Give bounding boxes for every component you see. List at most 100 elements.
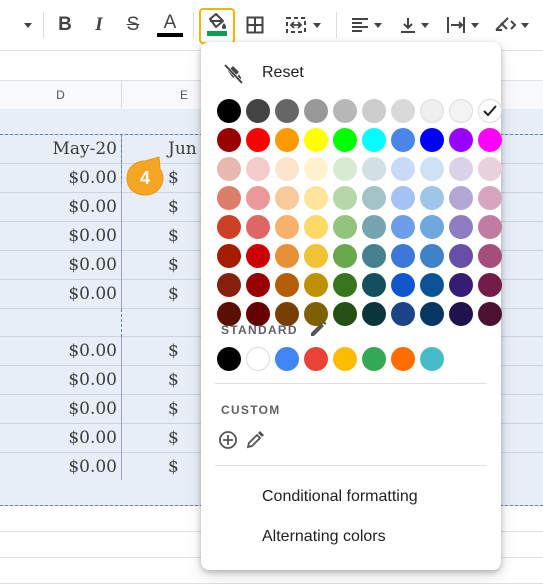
cell-e[interactable]: $ [122,222,202,251]
text-wrapping-button[interactable] [442,12,482,38]
color-swatch[interactable] [275,273,299,297]
cell-e[interactable]: $ [122,453,202,482]
color-swatch[interactable] [449,186,473,210]
color-swatch[interactable] [246,215,270,239]
eyedropper-icon[interactable] [245,430,265,450]
color-swatch[interactable] [362,186,386,210]
color-swatch[interactable] [478,273,502,297]
cell-e[interactable]: $ [122,395,202,424]
color-swatch[interactable] [420,128,444,152]
color-swatch[interactable] [420,215,444,239]
vertical-align-button[interactable] [394,12,434,38]
color-swatch[interactable] [362,215,386,239]
color-swatch[interactable] [362,273,386,297]
color-swatch[interactable] [246,244,270,268]
color-swatch[interactable] [333,273,357,297]
horizontal-align-button[interactable] [346,12,386,38]
color-swatch[interactable] [478,244,502,268]
color-swatch[interactable] [449,244,473,268]
cell-e[interactable]: $ [122,366,202,395]
color-swatch[interactable] [391,302,415,326]
color-swatch[interactable] [391,215,415,239]
color-swatch[interactable] [333,302,357,326]
bold-button[interactable]: B [54,12,76,38]
edit-pencil-icon[interactable] [308,319,328,339]
cell-e[interactable]: $ [122,251,202,280]
color-swatch[interactable] [449,302,473,326]
standard-color-swatch[interactable] [420,347,444,371]
color-swatch[interactable] [246,273,270,297]
color-swatch[interactable] [217,215,241,239]
cell-d[interactable]: $0.00 [0,193,121,222]
cell-d[interactable]: $0.00 [0,222,121,251]
color-swatch[interactable] [304,215,328,239]
color-swatch[interactable] [217,186,241,210]
color-swatch[interactable] [391,273,415,297]
color-swatch[interactable] [333,99,357,123]
fill-color-button[interactable] [199,8,235,44]
color-swatch[interactable] [420,302,444,326]
color-swatch[interactable] [333,215,357,239]
color-swatch[interactable] [478,99,502,123]
color-swatch[interactable] [333,186,357,210]
color-swatch[interactable] [304,273,328,297]
color-swatch[interactable] [304,244,328,268]
color-swatch[interactable] [217,157,241,181]
color-swatch[interactable] [304,128,328,152]
color-swatch[interactable] [304,157,328,181]
cell-d[interactable]: May-20 [0,135,121,164]
cell-d[interactable]: $0.00 [0,337,121,366]
color-swatch[interactable] [391,186,415,210]
standard-color-swatch[interactable] [275,347,299,371]
cell-e[interactable]: $ [122,280,202,309]
reset-button[interactable]: Reset [201,56,501,92]
alternating-colors-item[interactable]: Alternating colors [262,528,386,546]
color-swatch[interactable] [304,99,328,123]
standard-color-swatch[interactable] [362,347,386,371]
cell-d[interactable]: $0.00 [0,395,121,424]
borders-button[interactable] [244,12,266,38]
merge-cells-button[interactable] [280,12,326,38]
italic-button[interactable]: I [88,12,110,38]
cell-e[interactable]: $ [122,193,202,222]
color-swatch[interactable] [449,99,473,123]
color-swatch[interactable] [449,215,473,239]
color-swatch[interactable] [362,99,386,123]
color-swatch[interactable] [304,186,328,210]
color-swatch[interactable] [246,186,270,210]
color-swatch[interactable] [275,157,299,181]
text-color-button[interactable]: A [156,12,184,38]
cell-e[interactable]: $ [122,337,202,366]
color-swatch[interactable] [275,99,299,123]
standard-color-swatch[interactable] [304,347,328,371]
text-rotation-button[interactable] [490,12,532,38]
color-swatch[interactable] [420,244,444,268]
color-swatch[interactable] [391,128,415,152]
column-header-d[interactable]: D [0,81,122,109]
color-swatch[interactable] [275,186,299,210]
standard-color-swatch[interactable] [246,347,270,371]
strikethrough-button[interactable]: S [122,12,144,38]
color-swatch[interactable] [217,128,241,152]
color-swatch[interactable] [478,128,502,152]
cell-d[interactable]: $0.00 [0,280,121,309]
color-swatch[interactable] [362,244,386,268]
color-swatch[interactable] [478,302,502,326]
color-swatch[interactable] [246,157,270,181]
more-dropdown-caret[interactable] [20,12,36,38]
color-swatch[interactable] [275,215,299,239]
standard-color-swatch[interactable] [217,347,241,371]
color-swatch[interactable] [333,157,357,181]
cell-d[interactable]: $0.00 [0,424,121,453]
color-swatch[interactable] [275,244,299,268]
color-swatch[interactable] [449,273,473,297]
color-swatch[interactable] [449,128,473,152]
color-swatch[interactable] [391,244,415,268]
conditional-formatting-item[interactable]: Conditional formatting [262,488,418,506]
color-swatch[interactable] [420,99,444,123]
cell-d[interactable]: $0.00 [0,251,121,280]
cell-d[interactable]: $0.00 [0,164,121,193]
color-swatch[interactable] [333,128,357,152]
color-swatch[interactable] [362,302,386,326]
color-swatch[interactable] [246,99,270,123]
